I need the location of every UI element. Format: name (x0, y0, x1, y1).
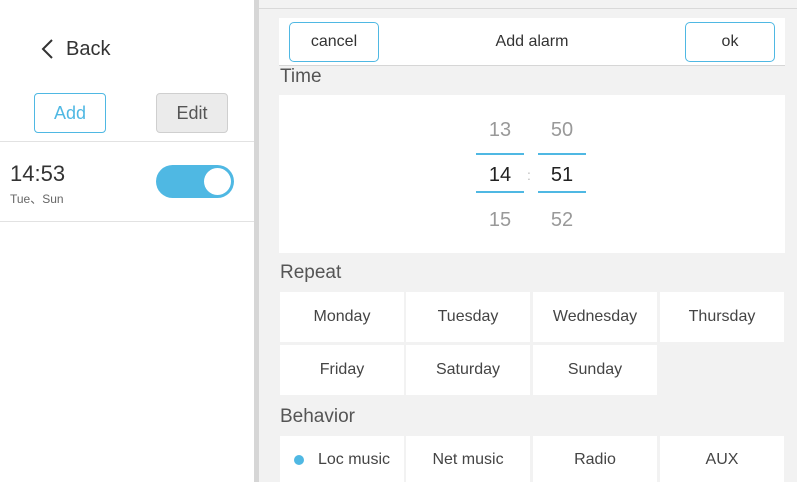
hour-next[interactable]: 15 (476, 209, 524, 232)
time-separator: : (527, 167, 531, 183)
repeat-day-wednesday[interactable]: Wednesday (533, 292, 657, 342)
behavior-option-loc-music[interactable]: Loc music (280, 436, 404, 482)
selected-dot-icon (293, 455, 304, 465)
behavior-option-label: Loc music (317, 451, 391, 468)
ok-button[interactable]: ok (685, 22, 775, 62)
repeat-day-sunday[interactable]: Sunday (533, 345, 657, 395)
edit-alarms-button[interactable]: Edit (156, 93, 228, 133)
minute-next[interactable]: 52 (538, 209, 586, 232)
toggle-knob (204, 168, 231, 195)
panel-divider (254, 0, 259, 482)
cancel-button[interactable]: cancel (289, 22, 379, 62)
behavior-option-net-music[interactable]: Net music (406, 436, 530, 482)
time-section-label: Time (280, 66, 322, 87)
hour-selected[interactable]: 14 (476, 164, 524, 187)
alarm-days: Tue、Sun (10, 192, 64, 206)
behavior-option-radio[interactable]: Radio (533, 436, 657, 482)
minute-selection-line-bottom (538, 191, 586, 193)
alarm-time: 14:53 (10, 161, 66, 186)
minute-selection-line-top (538, 153, 586, 155)
repeat-section-label: Repeat (280, 262, 342, 283)
repeat-day-friday[interactable]: Friday (280, 345, 404, 395)
behavior-option-aux[interactable]: AUX (660, 436, 784, 482)
repeat-day-saturday[interactable]: Saturday (406, 345, 530, 395)
minute-selected[interactable]: 51 (538, 164, 586, 187)
behavior-section-label: Behavior (280, 406, 355, 427)
back-button[interactable]: Back (40, 34, 110, 64)
alarm-list-panel: Back Add Edit 14:53 Tue、Sun (0, 0, 254, 482)
hour-selection-line-bottom (476, 191, 524, 193)
add-alarm-header: cancel Add alarm ok (279, 18, 785, 66)
divider (0, 221, 254, 222)
add-alarm-button[interactable]: Add (34, 93, 106, 133)
chevron-left-icon (41, 39, 53, 59)
repeat-day-tuesday[interactable]: Tuesday (406, 292, 530, 342)
alarm-list-item[interactable]: 14:53 Tue、Sun (0, 142, 254, 222)
repeat-day-monday[interactable]: Monday (280, 292, 404, 342)
repeat-day-thursday[interactable]: Thursday (660, 292, 784, 342)
time-picker: 13 14 15 : 50 51 52 (279, 95, 785, 253)
minute-prev[interactable]: 50 (538, 119, 586, 142)
hour-selection-line-top (476, 153, 524, 155)
back-label: Back (66, 37, 111, 60)
page-title: Add alarm (495, 33, 569, 50)
hour-prev[interactable]: 13 (476, 119, 524, 142)
alarm-toggle[interactable] (156, 165, 234, 198)
